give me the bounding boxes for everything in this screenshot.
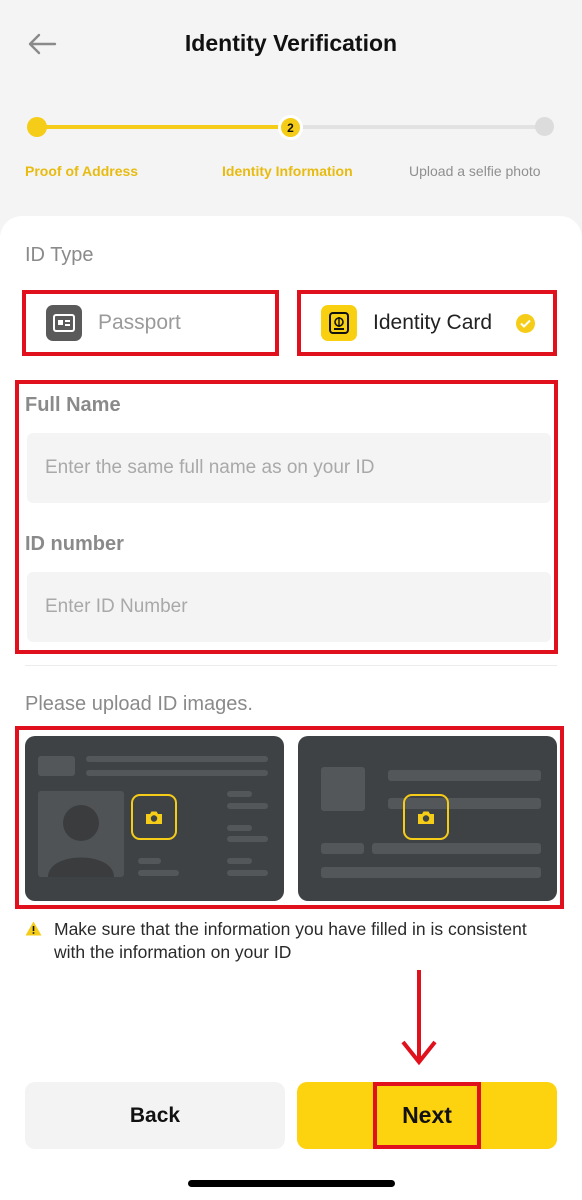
step-3-dot <box>535 117 554 136</box>
step-2-label: Identity Information <box>222 163 353 179</box>
selected-check-icon <box>516 314 535 333</box>
home-indicator <box>188 1180 395 1187</box>
step-3-label: Upload a selfie photo <box>409 163 541 179</box>
step-2-dot: 2 <box>278 115 303 140</box>
next-button-label: Next <box>373 1082 481 1149</box>
camera-icon <box>126 789 182 845</box>
full-name-input[interactable] <box>27 433 551 503</box>
id-type-label: ID Type <box>25 244 94 266</box>
id-image-upload-area <box>15 726 564 909</box>
notice: Make sure that the information you have … <box>25 918 545 964</box>
identity-form: Full Name ID number <box>15 380 558 654</box>
upload-id-front[interactable] <box>25 736 284 901</box>
passport-label: Passport <box>98 311 181 334</box>
warning-icon <box>25 921 43 964</box>
stepper-track-todo <box>300 125 540 129</box>
upload-label: Please upload ID images. <box>25 693 253 715</box>
id-number-input[interactable] <box>27 572 551 642</box>
progress-stepper: 2 Proof of Address Identity Information … <box>0 105 582 195</box>
portrait-silhouette-icon <box>48 805 114 877</box>
step-1-label: Proof of Address <box>25 163 139 179</box>
red-arrow-down-icon <box>401 970 437 1066</box>
step-1-dot <box>27 117 47 137</box>
passport-icon <box>46 305 82 341</box>
identity-card-label: Identity Card <box>373 311 493 334</box>
id-type-passport-option[interactable]: Passport <box>22 290 279 356</box>
stepper-track-done <box>38 125 290 129</box>
header: Identity Verification <box>0 0 582 90</box>
back-button[interactable]: Back <box>25 1082 285 1149</box>
full-name-label: Full Name <box>25 394 121 416</box>
notice-text: Make sure that the information you have … <box>54 919 527 962</box>
id-type-identity-card-option[interactable]: Identity Card <box>297 290 557 356</box>
divider <box>25 665 557 666</box>
identity-card-icon <box>321 305 357 341</box>
page-title: Identity Verification <box>184 30 398 56</box>
camera-icon <box>398 789 454 845</box>
upload-id-back[interactable] <box>298 736 557 901</box>
id-number-label: ID number <box>25 533 124 555</box>
next-button[interactable]: Next <box>297 1082 557 1149</box>
